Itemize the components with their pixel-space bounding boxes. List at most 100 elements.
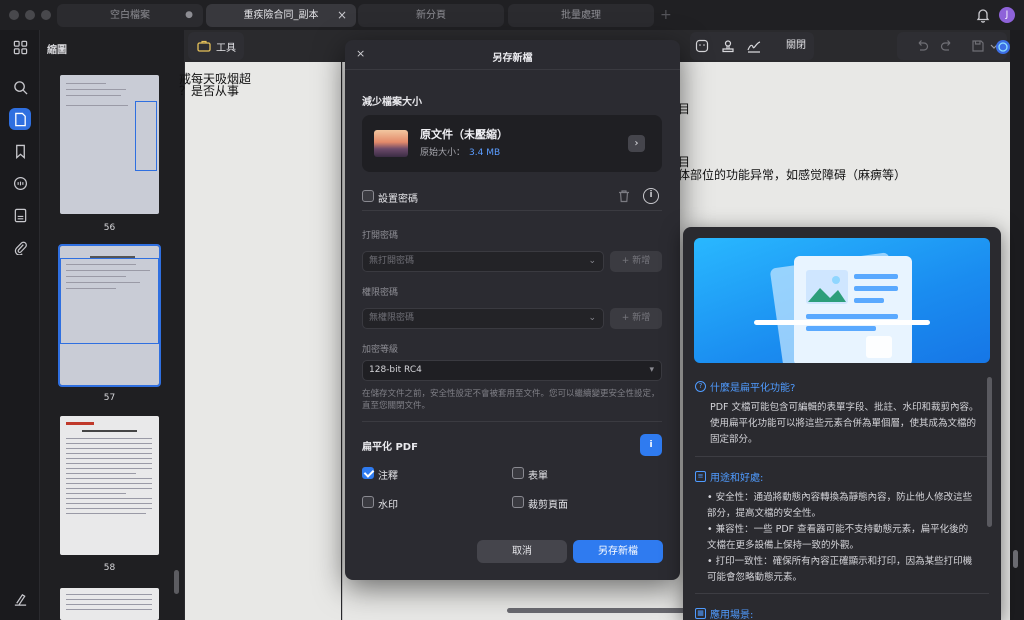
new-tab-icon[interactable]: +	[660, 4, 672, 27]
rail-thumbnails-button[interactable]	[9, 108, 31, 130]
tab-insurance-contract[interactable]: 重疾險合同_副本 ×	[206, 4, 356, 27]
save-as-button[interactable]: 另存新檔	[573, 540, 663, 563]
tab-label: 重疾險合同_副本	[243, 10, 319, 21]
flatten-annotations-label: 注釋	[378, 471, 398, 482]
divider	[695, 456, 989, 457]
benefit-item: • 兼容性：一些 PDF 查看器可能不支持動態元素，扁平化後的文檔在更多設備上保…	[707, 524, 969, 551]
permission-password-label: 權限密碼	[362, 288, 399, 298]
thumbnail-page-number: 56	[103, 223, 116, 233]
apps-icon: ▦	[695, 608, 706, 619]
file-size-label: 原始大小：	[420, 148, 466, 158]
rail-comments-button[interactable]	[9, 172, 31, 194]
tab-batch-process[interactable]: 批量處理	[508, 4, 654, 27]
password-info-icon[interactable]: i	[643, 188, 659, 204]
signature-pen-icon[interactable]	[747, 39, 761, 53]
flatten-annotations-checkbox[interactable]	[362, 467, 374, 479]
annotation-toolbar: 關閉	[690, 32, 814, 60]
page-icon	[14, 112, 26, 126]
file-size-value: 3.4 MB	[469, 148, 501, 158]
chevron-down-icon: ⌄	[588, 256, 596, 266]
rail-bookmark-button[interactable]	[9, 140, 31, 162]
tab-new-tab[interactable]: 新分頁	[358, 4, 504, 27]
window-close-icon[interactable]	[9, 10, 19, 20]
info-panel-scrollbar[interactable]	[987, 377, 992, 527]
avatar[interactable]: J	[999, 7, 1015, 23]
what-is-flatten-title: ? 什麼是扁平化功能?	[695, 379, 795, 394]
window-minimize-icon[interactable]	[25, 10, 35, 20]
close-toolbar-button[interactable]: 關閉	[786, 32, 806, 60]
flatten-forms-checkbox[interactable]	[512, 467, 524, 479]
encryption-level-select[interactable]: 128-bit RC4 ▾	[362, 360, 662, 381]
add-permission-password-button[interactable]: + 新增	[610, 308, 662, 329]
tools-label: 工具	[216, 42, 236, 54]
thumbnail-page-number: 58	[103, 563, 116, 573]
document-page-left: 戒每天吸烟超 ？是否从事	[179, 62, 341, 620]
title-bar: 空白檔案 ● 重疾險合同_副本 × 新分頁 批量處理 + J	[0, 0, 1024, 30]
file-name: 原文件（未壓縮）	[420, 128, 508, 141]
document-text-line: ？是否从事	[179, 84, 240, 98]
use-cases-label: 應用場景:	[710, 610, 754, 620]
grid-icon	[13, 40, 27, 54]
sticker-icon[interactable]	[695, 39, 709, 53]
flatten-crop-checkbox[interactable]	[512, 496, 524, 508]
compression-option-card[interactable]: 原文件（未壓縮） 原始大小： 3.4 MB ›	[362, 115, 662, 172]
signature-icon	[14, 593, 26, 606]
window-zoom-icon[interactable]	[41, 10, 51, 20]
add-open-password-button[interactable]: + 新增	[610, 251, 662, 272]
thumbnail-panel-title: 縮圖	[47, 45, 67, 56]
flatten-info-icon[interactable]: i	[640, 434, 662, 456]
flatten-crop-label: 裁剪頁面	[528, 500, 568, 511]
thumbnail-page-number: 57	[103, 393, 116, 403]
dialog-title: 另存新檔	[492, 53, 533, 64]
encryption-level-value: 128-bit RC4	[369, 365, 422, 375]
thumbnail-page-58[interactable]	[60, 416, 159, 555]
flatten-info-panel: ? 什麼是扁平化功能? PDF 文檔可能包含可編輯的表單字段、批註、水印和裁剪內…	[683, 227, 1001, 620]
form-icon	[14, 208, 26, 222]
bell-icon[interactable]	[976, 7, 990, 23]
trash-icon[interactable]	[617, 189, 631, 203]
permission-password-select[interactable]: 無權限密碼 ⌄	[362, 308, 604, 329]
thumbnail-page-57[interactable]	[58, 244, 161, 387]
rail-attachments-button[interactable]	[9, 236, 31, 258]
permission-password-value: 無權限密碼	[369, 313, 415, 323]
chevron-right-icon[interactable]: ›	[628, 135, 645, 152]
flatten-watermark-label: 水印	[378, 500, 398, 511]
flatten-forms-label: 表單	[528, 471, 548, 482]
visible-area-frame	[135, 101, 157, 171]
undo-icon[interactable]	[915, 39, 929, 53]
document-actions-toolbar	[897, 32, 1007, 60]
rail-signature-button[interactable]	[9, 588, 31, 610]
tab-close-icon[interactable]: ×	[337, 4, 347, 27]
chevron-down-icon: ⌄	[588, 313, 596, 323]
redo-icon[interactable]	[940, 39, 954, 53]
toolbox-icon	[197, 40, 211, 52]
file-size: 原始大小： 3.4 MB	[420, 145, 500, 158]
file-preview-thumbnail	[374, 130, 408, 157]
set-password-checkbox[interactable]	[362, 190, 374, 202]
rail-forms-button[interactable]	[9, 204, 31, 226]
thumbnail-scrollbar[interactable]	[174, 570, 179, 594]
benefits-label: 用途和好處:	[710, 473, 764, 484]
open-password-label: 打開密碼	[362, 231, 399, 241]
search-icon	[13, 80, 28, 95]
thumbnail-page-56[interactable]	[60, 75, 159, 214]
paperclip-icon	[14, 241, 27, 255]
tab-label: 空白檔案	[110, 10, 150, 21]
rail-search-button[interactable]	[9, 76, 31, 98]
cancel-button[interactable]: 取消	[477, 540, 567, 563]
stamp-icon[interactable]	[721, 39, 735, 53]
flatten-watermark-checkbox[interactable]	[362, 496, 374, 508]
tab-label: 新分頁	[416, 10, 446, 21]
thumbnail-page-next[interactable]	[60, 588, 159, 620]
ai-assistant-icon[interactable]	[995, 39, 1011, 55]
document-vertical-scrollbar[interactable]	[1013, 550, 1018, 568]
save-icon[interactable]	[971, 39, 985, 53]
tab-blank-file[interactable]: 空白檔案 ●	[57, 4, 203, 27]
tools-button[interactable]: 工具	[188, 32, 244, 60]
open-password-select[interactable]: 無打開密碼 ⌄	[362, 251, 604, 272]
rail-apps-button[interactable]	[9, 36, 31, 58]
divider	[362, 421, 662, 422]
thumbnail-panel: 縮圖 56 57 58	[40, 30, 185, 620]
document-illustration-icon	[754, 252, 930, 363]
reduce-size-title: 減少檔案大小	[362, 97, 422, 108]
